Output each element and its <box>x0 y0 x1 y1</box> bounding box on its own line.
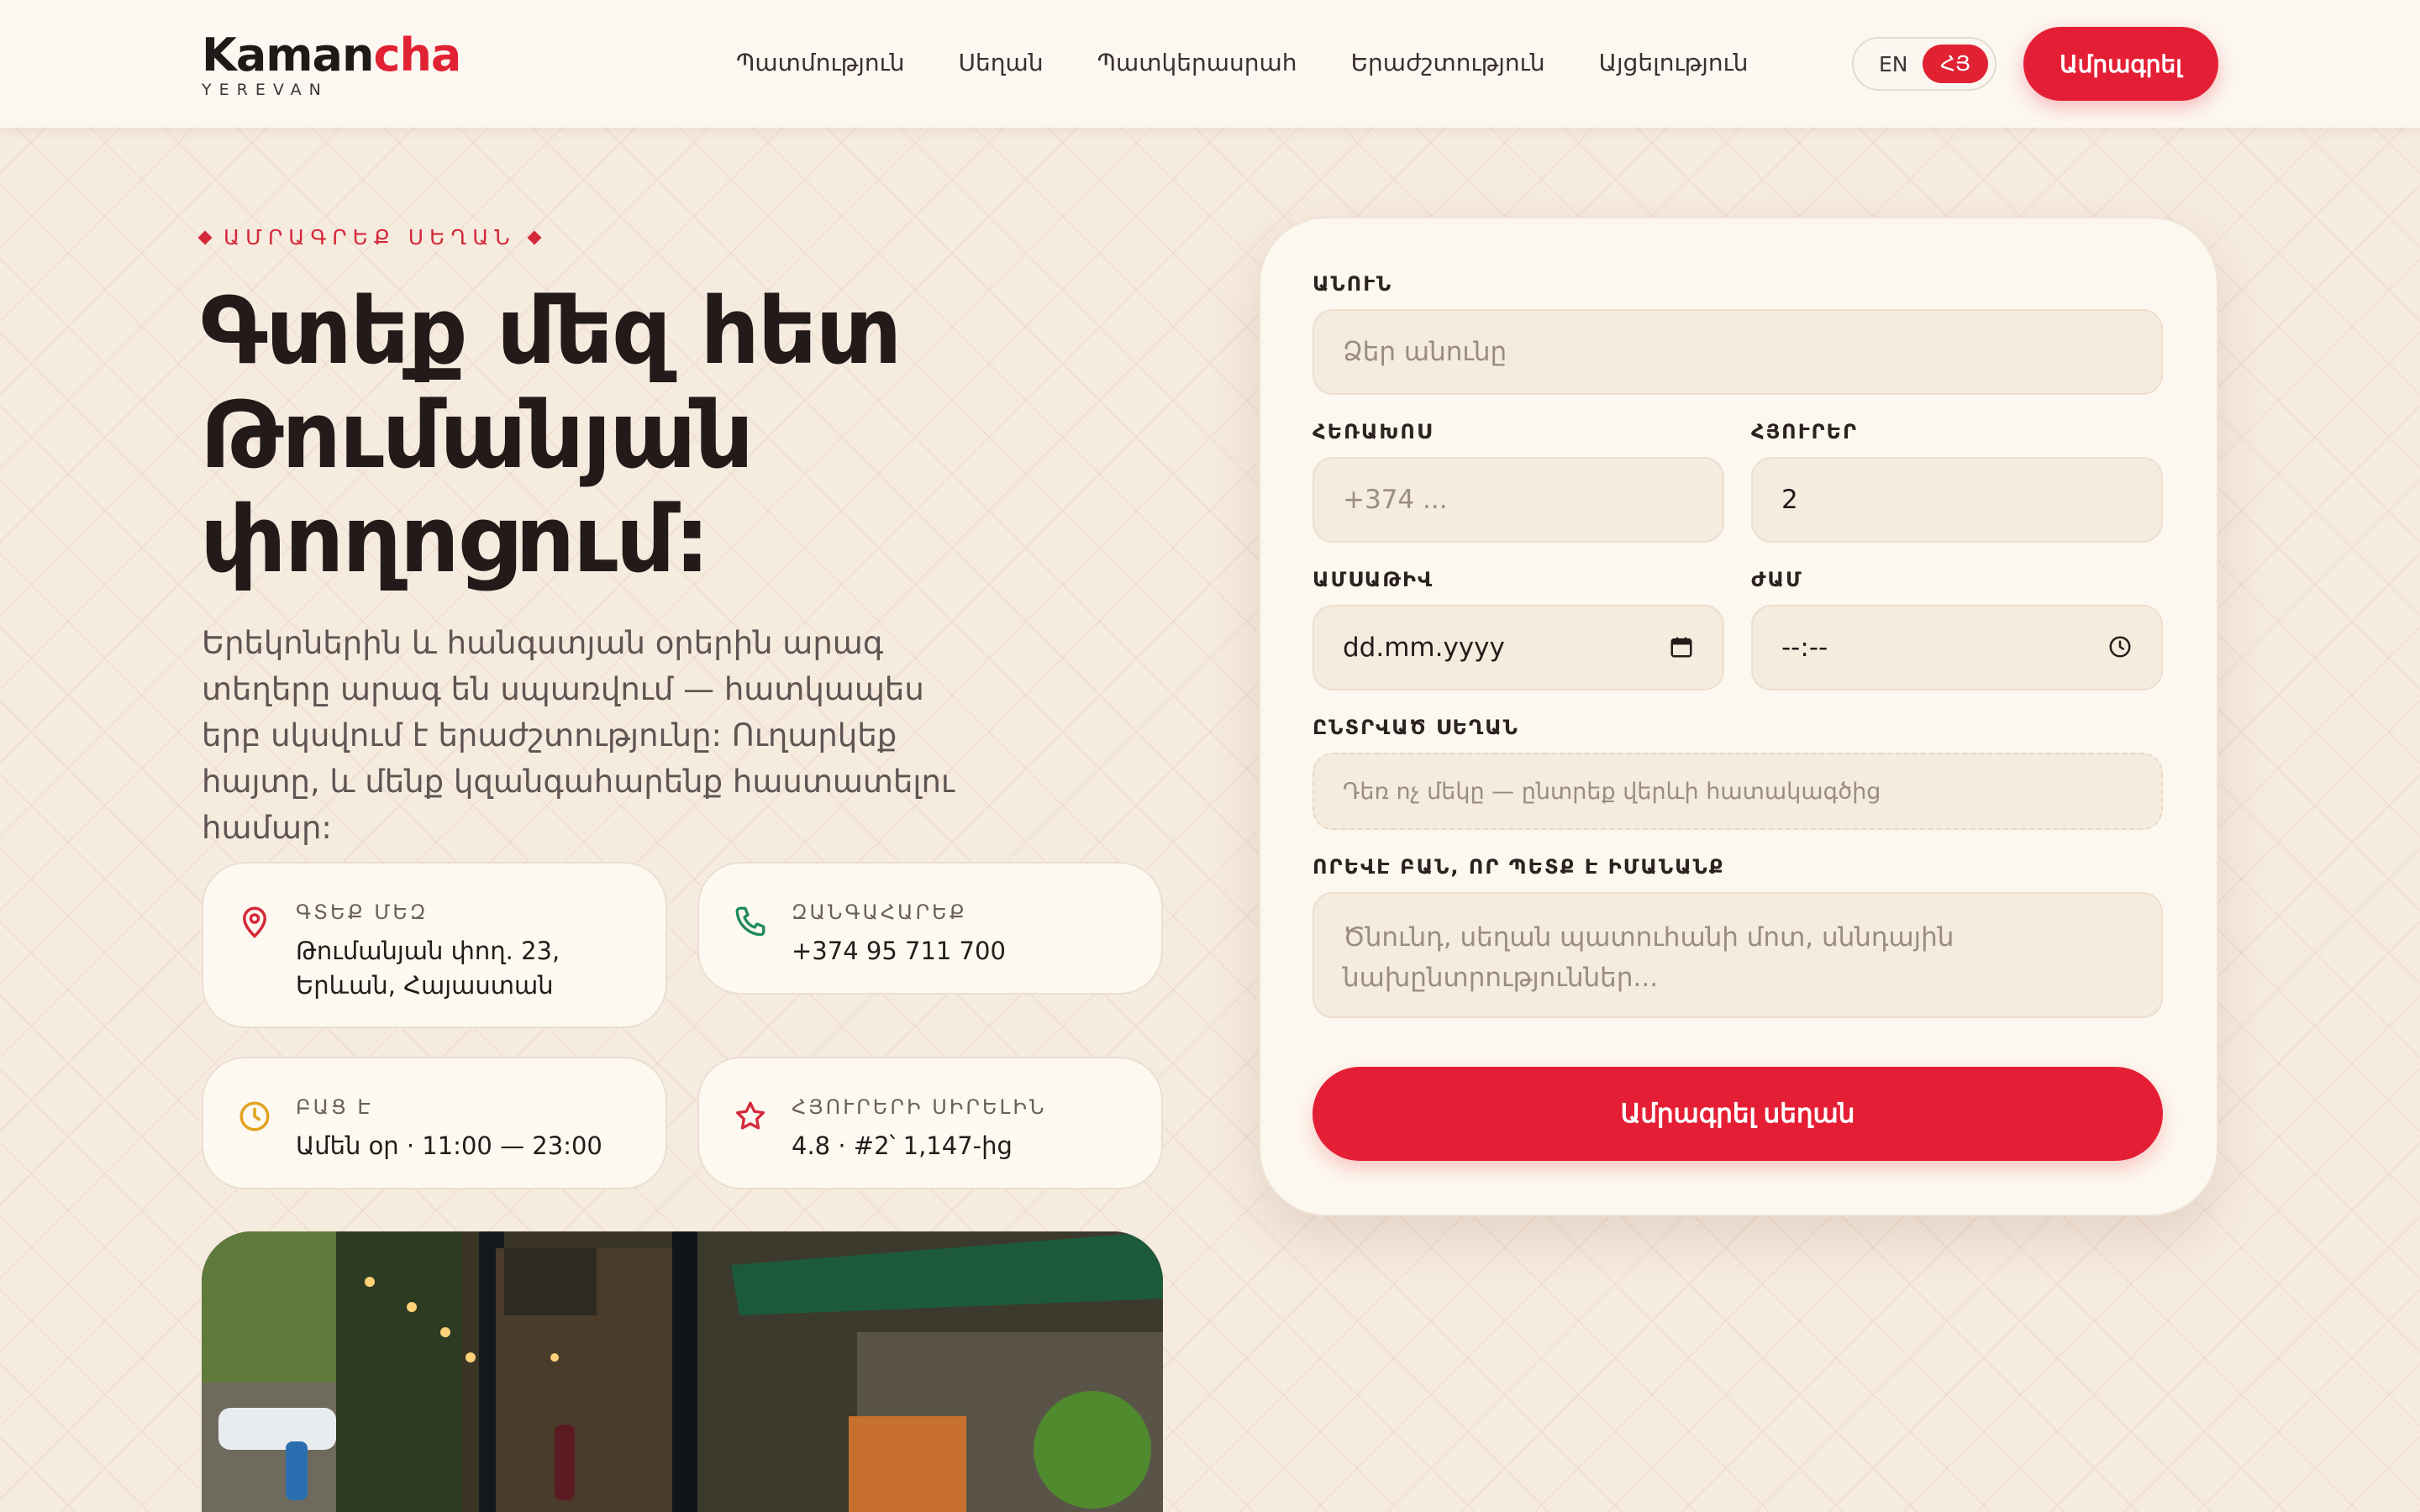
selected-table-placeholder: Դեռ ոչ մեկը — ընտրեք վերևի հատակագծից <box>1343 778 1881 805</box>
nav-item-gallery[interactable]: Պատկերասրահ <box>1097 49 1297 76</box>
lang-option-hy[interactable]: ՀՅ <box>1923 45 1988 83</box>
diamond-icon <box>197 230 213 244</box>
restaurant-street-photo <box>202 1231 1163 1512</box>
intro-paragraph: Երեկոներին և հանգստյան օրերին արագ տեղեր… <box>202 625 955 846</box>
info-card-phone[interactable]: ԶԱՆԳԱՀԱՐԵՔ +374 95 711 700 <box>697 862 1163 995</box>
brand-name-red: cha <box>373 29 461 81</box>
site-header: Kamancha YEREVAN Պատմություն Սեղան Պատկե… <box>0 0 2420 128</box>
brand-logo[interactable]: Kamancha YEREVAN <box>202 29 461 100</box>
guests-value: 2 <box>1781 485 1798 515</box>
nav-item-history[interactable]: Պատմություն <box>736 49 905 76</box>
phone-label: ՀԵՌԱԽՈՍ <box>1313 420 1434 444</box>
name-label: ԱՆՈՒՆ <box>1313 272 1393 296</box>
lang-option-en[interactable]: EN <box>1879 52 1908 76</box>
info-card-rating: ՀՅՈՒՐԵՐԻ ՍԻՐԵԼԻՆ 4.8 · #2՝ 1,147-ից <box>697 1057 1163 1189</box>
header-book-button[interactable]: Ամրագրել <box>2023 27 2218 101</box>
info-card-value: Թումանյան փող. 23, Երևան, Հայաստան <box>296 937 560 1000</box>
clock-icon <box>239 1101 270 1131</box>
street-scene-illustration <box>202 1231 1163 1512</box>
brand-name: Kamancha <box>202 29 461 81</box>
brand-subtitle: YEREVAN <box>202 81 329 99</box>
map-pin-icon <box>242 906 267 938</box>
selected-table-field: Դեռ ոչ մեկը — ընտրեք վերևի հատակագծից <box>1313 753 2163 830</box>
info-card-address: ԳՏԵՔ ՄԵԶ Թումանյան փող. 23, Երևան, Հայաս… <box>202 862 667 1028</box>
headline-line: Գտեք մեզ հետ <box>200 277 902 385</box>
page-title: Գտեք մեզ հետ Թումանյան փողոցում: <box>200 279 1208 591</box>
info-card-hours: ԲԱՑ Է Ամեն օր · 11:00 — 23:00 <box>202 1057 667 1189</box>
headline-line: Թումանյան <box>200 381 754 489</box>
phone-icon <box>735 906 765 937</box>
calendar-icon[interactable] <box>1669 634 1694 659</box>
brand-name-dark: Kaman <box>202 29 374 81</box>
reservation-form: ԱՆՈՒՆ Ձեր անունը ՀԵՌԱԽՈՍ +374 ... ՀՅՈՒՐԵ… <box>1259 217 2218 1216</box>
info-card-label: ԲԱՑ Է <box>296 1095 373 1119</box>
date-label: ԱՄՍԱԹԻՎ <box>1313 568 1434 591</box>
time-input[interactable]: --:-- <box>1751 605 2163 690</box>
section-eyebrow: ԱՄՐԱԳՐԵՔ ՍԵՂԱՆ <box>197 225 542 249</box>
name-input[interactable]: Ձեր անունը <box>1313 309 2163 395</box>
guests-input[interactable]: 2 <box>1751 457 2163 543</box>
main-nav: Պատմություն Սեղան Պատկերասրահ Երաժշտությ… <box>736 49 1749 76</box>
phone-input[interactable]: +374 ... <box>1313 457 1724 543</box>
language-switcher: EN ՀՅ <box>1852 37 1996 91</box>
notes-textarea[interactable]: Ծնունդ, սեղան պատուհանի մոտ, սննդային նա… <box>1313 892 2163 1018</box>
guests-label: ՀՅՈՒՐԵՐ <box>1751 420 1858 444</box>
nav-item-visit[interactable]: Այցելություն <box>1599 49 1749 76</box>
headline-line: փողոցում: <box>200 486 711 593</box>
name-placeholder: Ձեր անունը <box>1343 337 1507 367</box>
clock-icon[interactable] <box>2107 634 2133 659</box>
date-input[interactable]: dd.mm.yyyy <box>1313 605 1724 690</box>
reserve-table-button[interactable]: Ամրագրել սեղան <box>1313 1067 2163 1161</box>
table-label: ԸՆՏՐՎԱԾ ՍԵՂԱՆ <box>1313 716 1519 739</box>
date-placeholder: dd.mm.yyyy <box>1343 633 1505 663</box>
info-card-label: ՀՅՈՒՐԵՐԻ ՍԻՐԵԼԻՆ <box>792 1095 1047 1119</box>
notes-placeholder: Ծնունդ, սեղան պատուհանի մոտ, սննդային նա… <box>1343 922 1954 993</box>
notes-label: ՈՐԵՎԷ ԲԱՆ, ՈՐ ՊԵՏՔ Է ԻՄԱՆԱՆՔ <box>1313 855 1725 879</box>
info-card-label: ԶԱՆԳԱՀԱՐԵՔ <box>792 900 967 924</box>
info-card-value: Ամեն օր · 11:00 — 23:00 <box>296 1131 602 1160</box>
info-card-value: +374 95 711 700 <box>792 937 1006 965</box>
star-icon <box>735 1101 765 1130</box>
eyebrow-text: ԱՄՐԱԳՐԵՔ ՍԵՂԱՆ <box>224 225 516 249</box>
diamond-icon <box>527 230 542 244</box>
info-card-label: ԳՏԵՔ ՄԵԶ <box>296 900 429 924</box>
time-label: ԺԱՄ <box>1751 568 1803 591</box>
phone-placeholder: +374 ... <box>1343 485 1448 515</box>
nav-item-music[interactable]: Երաժշտություն <box>1351 49 1545 76</box>
info-card-value: 4.8 · #2՝ 1,147-ից <box>792 1131 1013 1160</box>
nav-item-table[interactable]: Սեղան <box>959 49 1044 76</box>
time-placeholder: --:-- <box>1781 633 1828 663</box>
